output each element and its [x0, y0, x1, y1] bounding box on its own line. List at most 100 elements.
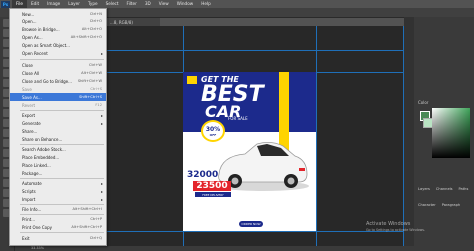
- menu-item-exit[interactable]: Exit Ctrl+Q: [10, 234, 106, 242]
- menu-item-shortcut: Ctrl+S: [90, 87, 102, 91]
- menu-view[interactable]: View: [155, 0, 173, 8]
- menu-help[interactable]: Help: [197, 0, 215, 8]
- menu-layer[interactable]: Layer: [64, 0, 84, 8]
- menu-item-shortcut: Alt+Shift+Ctrl+P: [71, 225, 102, 229]
- menu-item-shortcut: Ctrl+N: [89, 12, 102, 16]
- tab-paragraph[interactable]: Paragraph: [442, 203, 460, 207]
- panel-icon-strip: [404, 17, 414, 251]
- document-tab[interactable]: ...8, RGB/8): [108, 18, 160, 26]
- color-picker-field[interactable]: [432, 108, 470, 158]
- menu-item-save[interactable]: Save Ctrl+S: [10, 85, 106, 93]
- menu-item-shortcut: Ctrl+Q: [89, 236, 102, 240]
- character-panel-tabs: Character Paragraph: [418, 203, 460, 207]
- menu-item-save-as[interactable]: Save As... Shift+Ctrl+S: [10, 93, 106, 101]
- menu-item-close[interactable]: Close Ctrl+W: [10, 61, 106, 69]
- guide-line[interactable]: [316, 26, 317, 246]
- menu-item-close-go-to-bridge[interactable]: Close and Go to Bridge... Shift+Ctrl+W: [10, 77, 106, 85]
- menu-item-export[interactable]: Export ▸: [10, 111, 106, 119]
- menu-item-label: Open as Smart Object...: [22, 42, 70, 48]
- menu-image[interactable]: Image: [43, 0, 64, 8]
- menu-item-label: Save: [22, 86, 32, 92]
- submenu-arrow-icon: ▸: [100, 196, 103, 202]
- ad-logo-icon: [187, 76, 197, 84]
- menu-item-label: Import: [22, 196, 36, 202]
- file-menu-dropdown: New... Ctrl+N Open... Ctrl+O Browse in Bri…: [9, 8, 107, 246]
- menu-item-label: Automate: [22, 180, 42, 186]
- tab-character[interactable]: Character: [418, 203, 436, 207]
- activate-windows-watermark: Activate Windows Go to Settings to activ…: [366, 221, 425, 233]
- old-price: 32000: [187, 170, 219, 180]
- submenu-arrow-icon: ▸: [100, 112, 103, 118]
- free-delivery-label: FREE DELIVERY: [195, 192, 231, 197]
- menu-item-print-one-copy[interactable]: Print One Copy Alt+Shift+Ctrl+P: [10, 223, 106, 231]
- menu-item-label: Exit: [22, 235, 30, 241]
- menu-select[interactable]: Select: [102, 0, 123, 8]
- zoom-level[interactable]: 33.33%: [31, 246, 44, 250]
- menu-item-open-smart-object[interactable]: Open as Smart Object...: [10, 41, 106, 49]
- color-panel-tab[interactable]: Color: [418, 100, 428, 105]
- menu-item-print[interactable]: Print... Ctrl+P: [10, 215, 106, 223]
- menu-item-place-linked[interactable]: Place Linked...: [10, 161, 106, 169]
- new-price: 23500: [193, 181, 231, 191]
- menu-item-label: Browse in Bridge...: [22, 26, 60, 32]
- menu-item-automate[interactable]: Automate ▸: [10, 179, 106, 187]
- menu-item-revert[interactable]: Revert F12: [10, 101, 106, 109]
- order-now-button: ORDER NOW: [239, 221, 263, 227]
- ad-artboard[interactable]: GET THE BEST CAR FOR SALE 30% OFF 32000 …: [183, 72, 316, 231]
- menu-item-label: Share on Behance...: [22, 136, 63, 142]
- menu-item-label: Generate: [22, 120, 41, 126]
- layers-panel-tabs: Layers Channels Paths: [418, 187, 468, 191]
- menu-item-label: Print One Copy: [22, 224, 53, 230]
- submenu-arrow-icon: ▸: [100, 180, 103, 186]
- menu-item-shortcut: Shift+Ctrl+S: [79, 95, 102, 99]
- menu-item-package[interactable]: Package...: [10, 169, 106, 177]
- menu-item-label: Close and Go to Bridge...: [22, 78, 72, 84]
- menu-item-shortcut: Ctrl+P: [90, 217, 102, 221]
- menu-separator: [20, 59, 104, 60]
- menu-item-close-all[interactable]: Close All Alt+Ctrl+W: [10, 69, 106, 77]
- menu-type[interactable]: Type: [84, 0, 102, 8]
- menu-item-label: Search Adobe Stock...: [22, 146, 66, 152]
- menu-filter[interactable]: Filter: [122, 0, 140, 8]
- menu-item-open-as[interactable]: Open As... Alt+Shift+Ctrl+O: [10, 33, 106, 41]
- menu-edit[interactable]: Edit: [27, 0, 43, 8]
- menu-file[interactable]: File: [12, 0, 28, 8]
- menu-item-label: Revert: [22, 102, 36, 108]
- menu-item-label: Open As...: [22, 34, 43, 40]
- menu-item-label: Package...: [22, 170, 43, 176]
- tab-channels[interactable]: Channels: [436, 187, 453, 191]
- tab-paths[interactable]: Paths: [459, 187, 469, 191]
- menu-item-label: Close: [22, 62, 33, 68]
- menu-item-open[interactable]: Open... Ctrl+O: [10, 17, 106, 25]
- menu-separator: [20, 232, 104, 233]
- menu-item-share-behance[interactable]: Share on Behance...: [10, 135, 106, 143]
- menu-item-file-info[interactable]: File Info... Alt+Shift+Ctrl+I: [10, 205, 106, 213]
- menu-item-label: Scripts: [22, 188, 36, 194]
- tab-layers[interactable]: Layers: [418, 187, 430, 191]
- menu-item-import[interactable]: Import ▸: [10, 195, 106, 203]
- menu-item-label: Place Embedded...: [22, 154, 60, 160]
- menu-item-share[interactable]: Share...: [10, 127, 106, 135]
- submenu-arrow-icon: ▸: [100, 50, 103, 56]
- photoshop-logo-icon: Ps: [1, 0, 10, 8]
- menu-item-label: File Info...: [22, 206, 42, 212]
- menu-item-label: Close All: [22, 70, 40, 76]
- menu-window[interactable]: Window: [173, 0, 198, 8]
- menu-item-label: Open...: [22, 18, 37, 24]
- menu-3d[interactable]: 3D: [141, 0, 155, 8]
- menu-item-label: Place Linked...: [22, 162, 51, 168]
- menu-item-shortcut: Ctrl+O: [89, 19, 102, 23]
- menu-item-shortcut: Alt+Ctrl+O: [81, 27, 102, 31]
- document-tab-title: ...8, RGB/8): [110, 19, 133, 25]
- menu-item-browse-in-bridge[interactable]: Browse in Bridge... Alt+Ctrl+O: [10, 25, 106, 33]
- menu-item-search-adobe-stock[interactable]: Search Adobe Stock...: [10, 145, 106, 153]
- discount-value: 30%: [205, 125, 221, 133]
- menu-item-place-embedded[interactable]: Place Embedded...: [10, 153, 106, 161]
- menu-item-shortcut: Shift+Ctrl+W: [77, 79, 102, 83]
- menu-item-open-recent[interactable]: Open Recent ▸: [10, 49, 106, 57]
- menu-item-generate[interactable]: Generate ▸: [10, 119, 106, 127]
- menu-item-label: New...: [22, 11, 35, 17]
- menu-bar: Ps File Edit Image Layer Type Select Fil…: [0, 0, 474, 8]
- menu-item-scripts[interactable]: Scripts ▸: [10, 187, 106, 195]
- menu-item-label: Export: [22, 112, 36, 118]
